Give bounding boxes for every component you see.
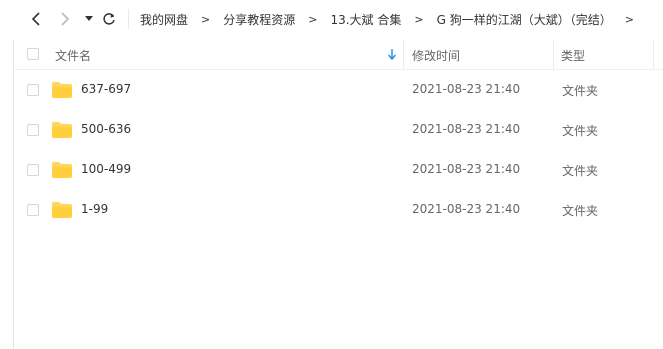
folder-icon bbox=[52, 162, 72, 178]
file-type: 文件夹 bbox=[562, 164, 599, 178]
column-divider[interactable] bbox=[653, 39, 654, 69]
breadcrumb-item-my-drive[interactable]: 我的网盘 bbox=[140, 11, 188, 28]
file-row[interactable]: 500-636 2021-08-23 21:40 文件夹 bbox=[14, 110, 663, 150]
column-divider[interactable] bbox=[553, 39, 554, 69]
select-all-checkbox[interactable] bbox=[27, 48, 39, 60]
row-checkbox[interactable] bbox=[27, 124, 39, 136]
row-checkbox[interactable] bbox=[27, 84, 39, 96]
dropdown-icon bbox=[85, 16, 93, 21]
navigation-toolbar: 我的网盘 > 分享教程资源 > 13.大斌 合集 > G 狗一样的江湖（大斌）（… bbox=[0, 0, 663, 39]
file-modified: 2021-08-23 21:40 bbox=[412, 202, 521, 216]
breadcrumb-item-current[interactable]: G 狗一样的江湖（大斌）（完结） bbox=[437, 11, 612, 28]
refresh-button[interactable] bbox=[99, 9, 119, 29]
breadcrumb: 我的网盘 > 分享教程资源 > 13.大斌 合集 > G 狗一样的江湖（大斌）（… bbox=[130, 8, 647, 30]
file-row[interactable]: 1-99 2021-08-23 21:40 文件夹 bbox=[14, 190, 663, 230]
chevron-right-icon: > bbox=[414, 12, 424, 26]
file-name[interactable]: 100-499 bbox=[81, 162, 131, 176]
chevron-right-icon[interactable]: > bbox=[625, 13, 634, 26]
column-header-name[interactable]: 文件名 bbox=[55, 47, 91, 64]
folder-icon bbox=[52, 82, 72, 98]
row-checkbox[interactable] bbox=[27, 164, 39, 176]
sort-down-icon[interactable] bbox=[388, 49, 396, 60]
file-name[interactable]: 1-99 bbox=[81, 202, 108, 216]
file-row[interactable]: 100-499 2021-08-23 21:40 文件夹 bbox=[14, 150, 663, 190]
column-divider[interactable] bbox=[403, 39, 404, 69]
file-list-header: 文件名 修改时间 类型 bbox=[14, 39, 663, 70]
breadcrumb-item-share[interactable]: 分享教程资源 bbox=[223, 11, 295, 28]
file-type: 文件夹 bbox=[562, 84, 599, 98]
chevron-right-icon: > bbox=[308, 12, 318, 26]
refresh-icon bbox=[103, 13, 115, 25]
file-modified: 2021-08-23 21:40 bbox=[412, 122, 521, 136]
file-name[interactable]: 637-697 bbox=[81, 82, 131, 96]
breadcrumb-item-collection[interactable]: 13.大斌 合集 bbox=[330, 11, 401, 28]
back-button[interactable] bbox=[26, 9, 46, 29]
chevron-right-icon: > bbox=[201, 12, 211, 26]
file-type: 文件夹 bbox=[562, 124, 599, 138]
file-row[interactable]: 637-697 2021-08-23 21:40 文件夹 bbox=[14, 70, 663, 110]
forward-button[interactable] bbox=[55, 9, 75, 29]
file-type: 文件夹 bbox=[562, 204, 599, 218]
history-dropdown-button[interactable] bbox=[79, 9, 99, 29]
row-checkbox[interactable] bbox=[27, 204, 39, 216]
column-header-modified[interactable]: 修改时间 bbox=[412, 47, 460, 64]
forward-icon bbox=[61, 12, 70, 26]
folder-icon bbox=[52, 202, 72, 218]
file-modified: 2021-08-23 21:40 bbox=[412, 82, 521, 96]
file-modified: 2021-08-23 21:40 bbox=[412, 162, 521, 176]
file-name[interactable]: 500-636 bbox=[81, 122, 131, 136]
column-header-type[interactable]: 类型 bbox=[561, 47, 585, 64]
toolbar-divider bbox=[128, 9, 129, 29]
folder-icon bbox=[52, 122, 72, 138]
back-icon bbox=[31, 12, 40, 26]
